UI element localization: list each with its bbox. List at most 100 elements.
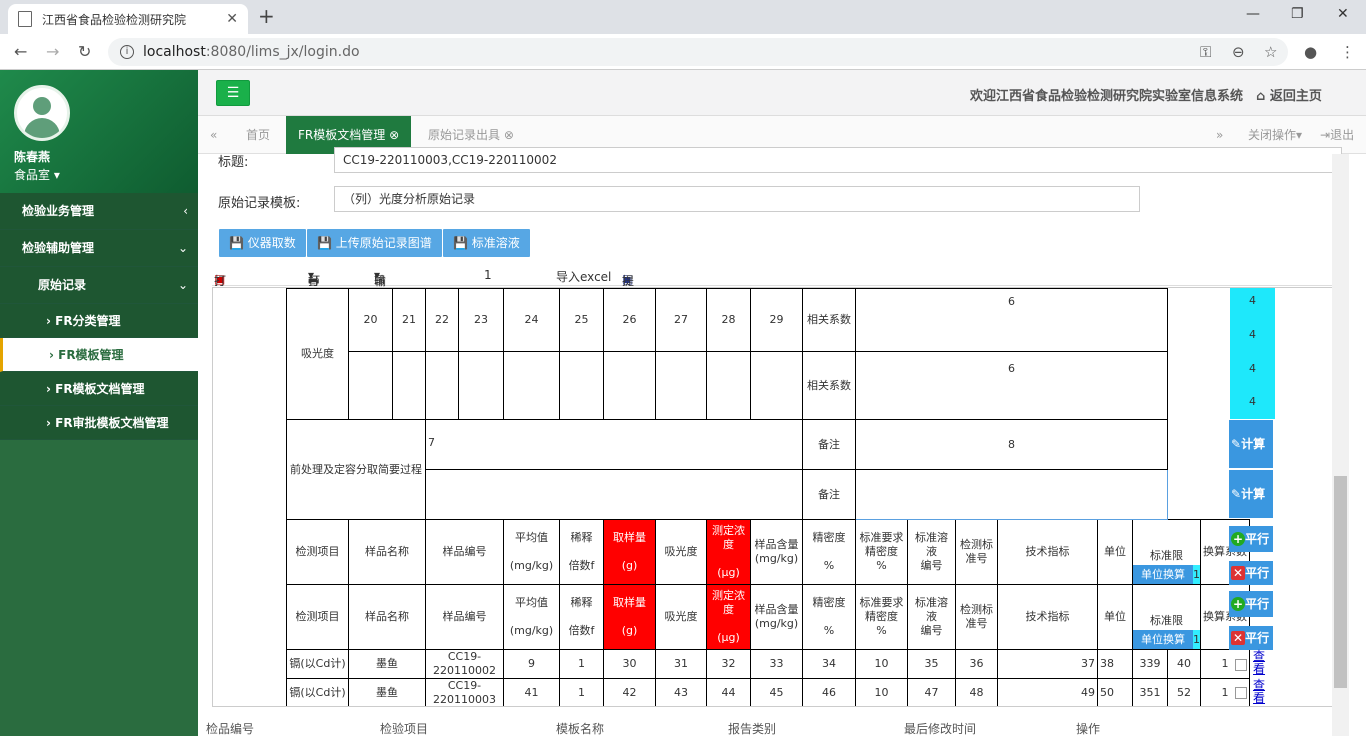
cell-content[interactable]: 33 bbox=[750, 649, 803, 679]
upload-chart-button[interactable]: 💾 上传原始记录图谱 bbox=[307, 229, 442, 257]
menu-fr-template-doc[interactable]: › FR模板文档管理 bbox=[0, 372, 198, 406]
cell[interactable]: 29 bbox=[750, 288, 803, 352]
cell-name[interactable]: 墨鱼 bbox=[348, 678, 426, 706]
unit-conv-value[interactable]: 1 bbox=[1193, 630, 1200, 649]
calc-button[interactable]: ✎计算 bbox=[1229, 470, 1273, 518]
cell-tech[interactable]: 49 bbox=[997, 678, 1098, 706]
cell-sol[interactable]: 47 bbox=[907, 678, 956, 706]
cell-dil[interactable]: 1 bbox=[559, 649, 604, 679]
menu-inspection-business[interactable]: 检验业务管理 ‹ bbox=[0, 193, 198, 230]
bookmark-star-icon[interactable]: ☆ bbox=[1264, 43, 1277, 61]
instrument-fetch-button[interactable]: 💾 仪器取数 bbox=[219, 229, 306, 257]
menu-fr-approve-doc[interactable]: › FR审批模板文档管理 bbox=[0, 406, 198, 440]
cell[interactable] bbox=[655, 351, 707, 420]
cell-limit[interactable]: 351 bbox=[1132, 678, 1168, 706]
cell-take[interactable]: 42 bbox=[603, 678, 656, 706]
cell[interactable] bbox=[750, 351, 803, 420]
pre-process-value[interactable] bbox=[425, 469, 803, 520]
template-field[interactable]: （列）光度分析原始记录 bbox=[334, 186, 1140, 212]
cell-prec[interactable]: 46 bbox=[802, 678, 856, 706]
cell[interactable] bbox=[392, 351, 426, 420]
parallel-add-button[interactable]: + 平行 bbox=[1229, 591, 1273, 617]
key-icon[interactable]: ⚿ bbox=[1200, 43, 1211, 61]
view-link[interactable]: 查看 bbox=[1253, 650, 1267, 676]
cell-limit[interactable]: 339 bbox=[1132, 649, 1168, 679]
cell[interactable]: 20 bbox=[348, 288, 393, 352]
tab-home[interactable]: 首页 bbox=[246, 116, 270, 154]
user-dept-dropdown[interactable]: 食品室 ▾ bbox=[14, 166, 60, 183]
export-button[interactable]: ▤输出▾ bbox=[374, 268, 386, 305]
menu-original-record[interactable]: 原始记录 ⌄ bbox=[0, 267, 198, 304]
cell-x[interactable]: 52 bbox=[1167, 678, 1201, 706]
scrollbar[interactable] bbox=[1332, 154, 1349, 736]
cyan-value[interactable]: 4 bbox=[1230, 328, 1275, 341]
cell-prec[interactable]: 34 bbox=[802, 649, 856, 679]
browser-tab[interactable]: 江西省食品检验检测研究院 ✕ bbox=[8, 4, 248, 34]
calc-button[interactable]: ✎计算 bbox=[1229, 420, 1273, 468]
pre-process-value[interactable]: 7 bbox=[425, 419, 803, 470]
cell-no[interactable]: CC19-220110003 bbox=[425, 678, 504, 706]
minimize-icon[interactable]: — bbox=[1246, 6, 1260, 22]
cell-conc[interactable]: 32 bbox=[706, 649, 751, 679]
close-icon[interactable]: ✕ bbox=[226, 11, 238, 27]
zoom-icon[interactable]: ⊖ bbox=[1232, 43, 1245, 61]
cell[interactable]: 25 bbox=[559, 288, 604, 352]
cell-req[interactable]: 10 bbox=[855, 649, 908, 679]
cell[interactable] bbox=[425, 351, 459, 420]
cell[interactable]: 26 bbox=[603, 288, 656, 352]
cyan-value[interactable]: 4 bbox=[1230, 395, 1275, 408]
import-excel-button[interactable]: 导入excel bbox=[556, 268, 611, 285]
tab-close-icon[interactable]: ⊗ bbox=[389, 128, 399, 142]
menu-inspection-aux[interactable]: 检验辅助管理 ⌄ bbox=[0, 230, 198, 267]
view-link[interactable]: 查看 bbox=[1253, 679, 1267, 705]
cell[interactable] bbox=[603, 351, 656, 420]
cell[interactable] bbox=[706, 351, 751, 420]
cell-avg[interactable]: 41 bbox=[503, 678, 560, 706]
corr-value[interactable]: 6 bbox=[855, 351, 1168, 420]
home-link[interactable]: ⌂ 返回主页 bbox=[1256, 85, 1322, 104]
cell[interactable]: 23 bbox=[458, 288, 504, 352]
cyan-value[interactable]: 4 bbox=[1230, 294, 1275, 307]
cell[interactable]: 28 bbox=[706, 288, 751, 352]
cell-unit[interactable]: 38 bbox=[1097, 649, 1133, 679]
remark-input[interactable] bbox=[855, 469, 1168, 520]
cell[interactable]: 21 bbox=[392, 288, 426, 352]
cell-abs[interactable]: 43 bbox=[655, 678, 707, 706]
cell-item[interactable]: 镉(以Cd计) bbox=[286, 649, 349, 679]
hamburger-icon[interactable]: ☰ bbox=[216, 80, 250, 106]
cyan-value[interactable]: 4 bbox=[1230, 362, 1275, 375]
cell-x[interactable]: 40 bbox=[1167, 649, 1201, 679]
print-button[interactable]: 🖶打印▾ bbox=[308, 268, 320, 305]
new-tab-icon[interactable]: + bbox=[258, 4, 275, 28]
cell[interactable]: 27 bbox=[655, 288, 707, 352]
cell-take[interactable]: 30 bbox=[603, 649, 656, 679]
account-icon[interactable]: ● bbox=[1304, 43, 1317, 61]
parallel-delete-button[interactable]: ✕ 平行 bbox=[1229, 561, 1273, 585]
remark-value[interactable]: 8 bbox=[855, 419, 1168, 470]
row-checkbox[interactable] bbox=[1235, 687, 1247, 699]
cell[interactable]: 22 bbox=[425, 288, 459, 352]
cell[interactable] bbox=[559, 351, 604, 420]
back-icon[interactable]: ← bbox=[14, 42, 27, 61]
cell[interactable] bbox=[348, 351, 393, 420]
cell[interactable] bbox=[458, 351, 504, 420]
row-checkbox[interactable] bbox=[1235, 659, 1247, 671]
cell-conc[interactable]: 44 bbox=[706, 678, 751, 706]
page-number[interactable]: 1 bbox=[484, 268, 492, 282]
cell[interactable]: 24 bbox=[503, 288, 560, 352]
cell-dil[interactable]: 1 bbox=[559, 678, 604, 706]
menu-fr-template[interactable]: › FR模板管理 bbox=[0, 338, 198, 372]
reload-icon[interactable]: ↻ bbox=[78, 42, 91, 61]
window-close-icon[interactable]: ✕ bbox=[1337, 6, 1349, 22]
cell-abs[interactable]: 31 bbox=[655, 649, 707, 679]
cell-name[interactable]: 墨鱼 bbox=[348, 649, 426, 679]
cell-no[interactable]: CC19-220110002 bbox=[425, 649, 504, 679]
cell-content[interactable]: 45 bbox=[750, 678, 803, 706]
forward-icon[interactable]: → bbox=[46, 42, 59, 61]
cell-std[interactable]: 36 bbox=[955, 649, 998, 679]
cell-item[interactable]: 镉(以Cd计) bbox=[286, 678, 349, 706]
menu-dots-icon[interactable]: ⋮ bbox=[1340, 43, 1355, 61]
cell-sol[interactable]: 35 bbox=[907, 649, 956, 679]
tab-close-icon[interactable]: ⊗ bbox=[504, 128, 514, 142]
maximize-icon[interactable]: ❐ bbox=[1291, 6, 1304, 22]
